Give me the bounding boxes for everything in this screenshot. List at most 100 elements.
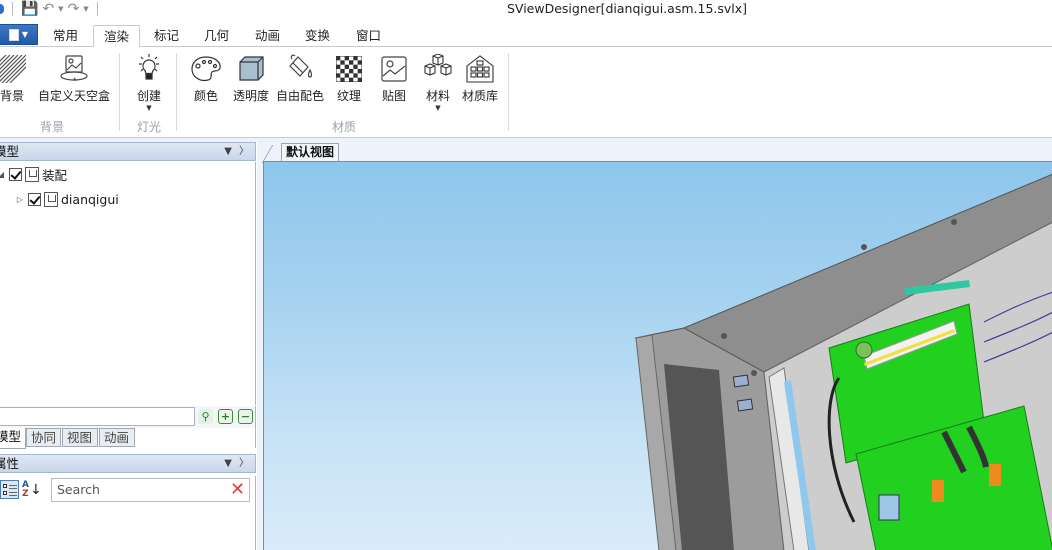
custom-skybox-button[interactable]: 自定义天空盒 — [38, 53, 110, 104]
ribbon-panel: 背景 自定义天空盒 背景 创建 ▼ 灯光 颜色 透明度 自由配色 纹理 贴图 材… — [0, 47, 1052, 138]
checker-square — [340, 60, 345, 65]
assembly-icon — [25, 166, 39, 182]
checker-square — [344, 56, 349, 61]
checker-square — [336, 56, 341, 61]
window-title: SViewDesigner[dianqigui.asm.15.svlx] — [507, 1, 748, 16]
create-light-label: 创建 — [136, 89, 161, 103]
checker-square — [357, 77, 362, 82]
model-panel-header: 模型 ▼ 〉 — [0, 142, 256, 161]
tab-window[interactable]: 窗口 — [346, 25, 391, 48]
checker-square — [344, 73, 349, 78]
coil-component — [855, 341, 873, 359]
cabinet-model-render — [634, 173, 1052, 550]
left-panel-tabs: 模型 协同 视图 动画 — [0, 428, 256, 449]
collapsed-triangle-icon[interactable]: ▷ — [15, 195, 25, 204]
sort-alphabetical-icon[interactable]: A Z ↓ — [22, 481, 42, 499]
tree-filter-input[interactable] — [0, 407, 195, 426]
pin-icon[interactable]: 〉 — [239, 143, 249, 160]
categorized-view-button[interactable] — [0, 480, 19, 499]
checker-square — [353, 64, 358, 69]
panel-menu-dropdown-icon[interactable]: ▼ — [224, 455, 232, 472]
db-connector — [732, 374, 750, 388]
custom-skybox-label: 自定义天空盒 — [38, 89, 111, 103]
tree-node-assembly[interactable]: ◢ 装配 — [0, 165, 67, 183]
screw — [951, 219, 957, 225]
tab-default-view[interactable]: 默认视图 — [281, 143, 340, 161]
tab-geometry[interactable]: 几何 — [194, 25, 239, 48]
tab-transform[interactable]: 变换 — [295, 25, 340, 48]
screw — [721, 333, 727, 339]
pin-icon[interactable]: 〉 — [239, 455, 249, 472]
checker-square — [353, 56, 358, 61]
checker-square — [349, 77, 354, 82]
left-dock: 模型 ▼ 〉 ◢ 装配 ▷ dianqigui ⚲ + − 模型 协同 视图 动… — [0, 142, 257, 550]
properties-search-input[interactable]: Search — [51, 478, 250, 502]
visibility-checkbox[interactable] — [28, 192, 41, 206]
material-button[interactable]: 材料 ▼ — [422, 53, 454, 112]
app-window: 💾 ↶ ▼ ↷ ▼ SViewDesigner[dianqigui.asm.15… — [0, 0, 1052, 550]
group-separator — [176, 53, 177, 131]
chevron-down-icon: ▼ — [21, 30, 29, 39]
expanded-triangle-icon[interactable]: ◢ — [0, 170, 6, 179]
tab-collaboration[interactable]: 协同 — [26, 428, 61, 447]
document-icon — [8, 28, 19, 41]
redo-icon[interactable]: ↷ — [68, 1, 80, 17]
background-button[interactable]: 背景 — [0, 53, 26, 104]
lightbulb-icon — [136, 53, 162, 85]
tree-node-label: 装配 — [42, 167, 68, 183]
tab-views[interactable]: 视图 — [62, 428, 98, 447]
visibility-checkbox[interactable] — [9, 167, 22, 181]
color-button[interactable]: 颜色 — [190, 53, 222, 104]
3d-viewport[interactable] — [263, 161, 1052, 550]
skybox-icon — [58, 53, 90, 85]
tab-animation-panel[interactable]: 动画 — [99, 428, 135, 447]
tab-model[interactable]: 模型 — [0, 428, 26, 449]
free-coloring-button[interactable]: 自由配色 — [276, 53, 324, 104]
undo-dropdown-icon[interactable]: ▼ — [58, 5, 63, 13]
transparency-label: 透明度 — [233, 89, 270, 103]
palette-icon — [190, 53, 222, 85]
tree-node-dianqigui[interactable]: ▷ dianqigui — [15, 190, 119, 208]
qat-separator — [96, 2, 98, 16]
tab-animation[interactable]: 动画 — [245, 25, 290, 48]
file-menu-button[interactable]: ▼ — [0, 24, 38, 45]
collapse-all-icon[interactable]: − — [238, 409, 253, 424]
ribbon-tab-row: ▼ 常用 渲染 标记 几何 动画 变换 窗口 — [0, 22, 1052, 48]
material-library-label: 材质库 — [462, 89, 499, 103]
title-bar: 💾 ↶ ▼ ↷ ▼ SViewDesigner[dianqigui.asm.15… — [0, 0, 1052, 20]
screw — [861, 244, 867, 250]
tab-markup[interactable]: 标记 — [144, 25, 189, 48]
search-icon[interactable]: ⚲ — [198, 409, 213, 424]
transparency-cube-icon — [236, 53, 266, 85]
quick-access-toolbar: 💾 ↶ ▼ ↷ ▼ — [0, 0, 102, 18]
background-label: 背景 — [0, 89, 24, 103]
save-icon[interactable]: 💾 — [21, 1, 38, 17]
material-label: 材料 — [425, 89, 450, 103]
material-library-button[interactable]: 材质库 — [462, 53, 498, 104]
background-hatch-icon — [0, 53, 26, 85]
decal-button[interactable]: 贴图 — [380, 53, 408, 104]
checker-square — [344, 64, 349, 69]
tab-common[interactable]: 常用 — [43, 25, 88, 48]
redo-dropdown-icon[interactable]: ▼ — [83, 5, 88, 13]
categorized-icon — [0, 480, 19, 499]
db-connector — [736, 398, 754, 412]
chevron-down-icon: ▼ — [146, 104, 152, 112]
create-light-button[interactable]: 创建 ▼ — [136, 53, 162, 112]
panel-menu-dropdown-icon[interactable]: ▼ — [224, 143, 232, 160]
qat-separator — [12, 2, 13, 16]
tab-render[interactable]: 渲染 — [93, 25, 141, 48]
group-label-background: 背景 — [40, 120, 65, 134]
clear-search-icon[interactable]: ✕ — [230, 481, 245, 499]
tree-node-label: dianqigui — [61, 191, 119, 207]
checker-square — [340, 77, 345, 82]
undo-icon[interactable]: ↶ — [42, 1, 54, 17]
relay-component — [878, 494, 900, 521]
chevron-down-icon: ▼ — [435, 104, 441, 112]
expand-all-icon[interactable]: + — [218, 409, 233, 424]
texture-button[interactable]: 纹理 — [336, 53, 362, 104]
checker-texture-icon — [336, 53, 362, 85]
transparency-button[interactable]: 透明度 — [233, 53, 269, 104]
checker-square — [349, 69, 354, 74]
free-coloring-label: 自由配色 — [276, 89, 325, 103]
